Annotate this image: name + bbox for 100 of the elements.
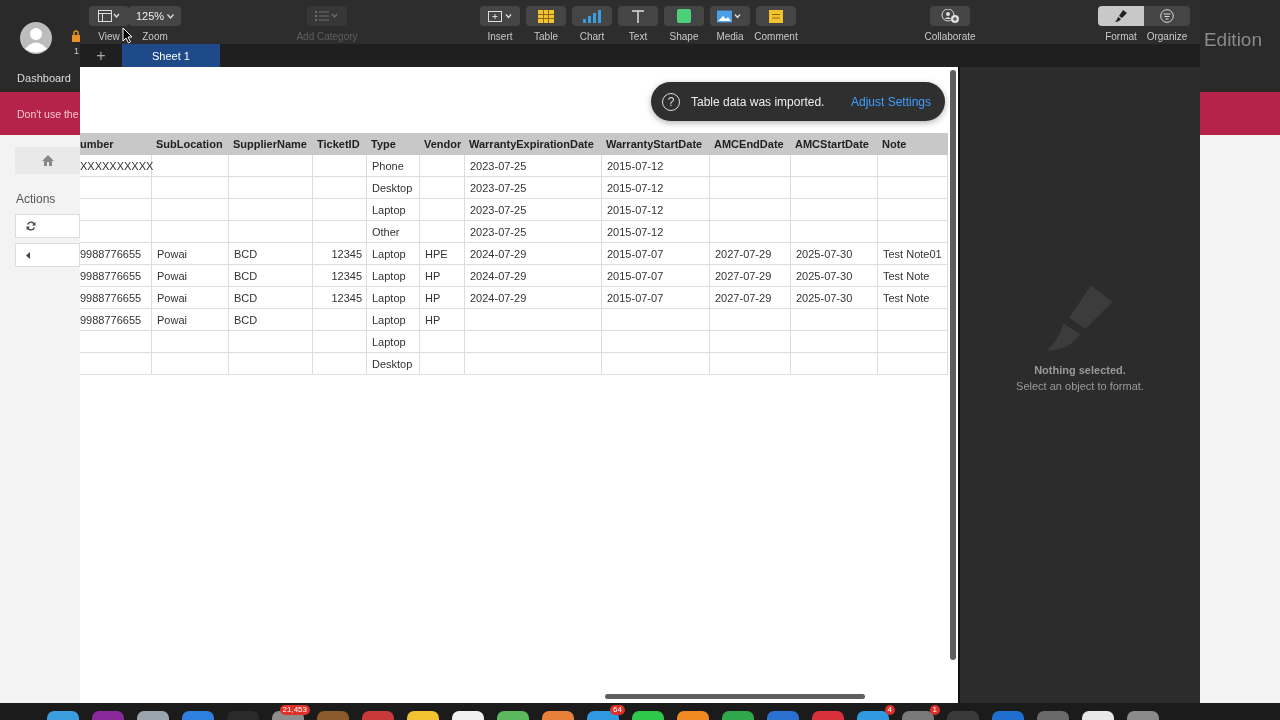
table-cell [313, 199, 367, 221]
table-cell: 2023-07-25 [465, 177, 602, 199]
chevron-icon [167, 13, 175, 19]
adjust-settings-link[interactable]: Adjust Settings [850, 94, 931, 109]
table-cell: 2024-07-29 [465, 287, 602, 309]
table-cell [878, 155, 948, 177]
table-cell: HP [420, 309, 465, 331]
list-icon [315, 10, 339, 22]
home-icon [41, 155, 54, 166]
table-button[interactable] [526, 6, 566, 26]
column-header: SupplierName [229, 133, 313, 155]
toolbar-label: Shape [669, 31, 699, 42]
toolbar-label: Organize [1146, 31, 1188, 42]
table-cell [80, 199, 152, 221]
column-header: SubLocation [152, 133, 229, 155]
column-header: umber [80, 133, 152, 155]
inspector-hint: Select an object to format. [1016, 380, 1144, 392]
sheet-tab[interactable]: Sheet 1 [122, 44, 220, 67]
table-cell: Laptop [367, 287, 420, 309]
table-cell [313, 221, 367, 243]
organize-button[interactable] [1144, 6, 1190, 26]
alert-message: Don't use the [17, 107, 79, 120]
image-icon [717, 9, 743, 23]
table-cell: 2015-07-07 [602, 265, 710, 287]
table-cell: 2025-07-30 [791, 243, 878, 265]
view-button[interactable] [89, 6, 129, 26]
zoom-dropdown[interactable]: 125% [128, 6, 182, 26]
table-cell [313, 353, 367, 375]
vertical-scrollbar[interactable] [950, 70, 956, 660]
table-cell: 2024-07-29 [465, 265, 602, 287]
add-sheet-button[interactable]: + [80, 44, 122, 67]
table-cell: Powai [152, 243, 229, 265]
table-cell: 2015-07-12 [602, 221, 710, 243]
table-cell [420, 199, 465, 221]
format-button[interactable] [1098, 6, 1144, 26]
chart-button[interactable] [572, 6, 612, 26]
avatar-icon[interactable] [20, 22, 52, 54]
column-header: TicketID [313, 133, 367, 155]
table-cell [420, 353, 465, 375]
home-button[interactable] [15, 147, 80, 174]
table-cell [420, 331, 465, 353]
filter-icon [1160, 9, 1174, 23]
table-cell: 9988776655 [80, 243, 152, 265]
table-cell: BCD [229, 287, 313, 309]
column-header: Type [367, 133, 420, 155]
column-header: AMCEndDate [710, 133, 791, 155]
actions-heading: Actions [16, 192, 57, 206]
table-cell [878, 199, 948, 221]
table-cell: Laptop [367, 309, 420, 331]
table-cell [878, 331, 948, 353]
insert-icon [487, 9, 513, 23]
table-cell: Laptop [367, 199, 420, 221]
table-cell: Other [367, 221, 420, 243]
toolbar-label: Format [1105, 31, 1137, 42]
text-button[interactable] [618, 6, 658, 26]
collaborate-button[interactable] [930, 6, 970, 26]
person-add-icon [940, 9, 960, 23]
table-cell: Powai [152, 287, 229, 309]
table-cell: BCD [229, 243, 313, 265]
shape-button[interactable] [664, 6, 704, 26]
table-cell [313, 155, 367, 177]
inspector-title: Nothing selected. [1034, 364, 1126, 376]
dashboard-link[interactable]: Dashboard [17, 72, 71, 84]
table-cell [80, 353, 152, 375]
column-header: Vendor [420, 133, 465, 155]
table-cell: 2023-07-25 [465, 221, 602, 243]
horizontal-scrollbar[interactable] [605, 694, 865, 699]
lock-icon [72, 30, 80, 42]
table-cell: 2015-07-12 [602, 199, 710, 221]
sidebar-layout-icon [98, 10, 120, 22]
table-cell: Laptop [367, 331, 420, 353]
table-cell: 2027-07-29 [710, 265, 791, 287]
table-cell: Powai [152, 309, 229, 331]
refresh-icon [26, 221, 36, 231]
toolbar-label: Zoom [142, 31, 168, 42]
table-cell: 2023-07-25 [465, 199, 602, 221]
table-cell [878, 177, 948, 199]
notification-badge: 4 [884, 705, 895, 715]
table-cell: Desktop [367, 353, 420, 375]
refresh-button[interactable] [15, 214, 80, 238]
table-cell: Desktop [367, 177, 420, 199]
table-cell: 12345 [313, 287, 367, 309]
media-button[interactable] [710, 6, 750, 26]
table-cell [313, 177, 367, 199]
notification-badge: 64 [610, 705, 625, 715]
table-cell: 9988776655 [80, 265, 152, 287]
toolbar-label: Text [628, 31, 648, 42]
table-cell: HP [420, 287, 465, 309]
notification-badge: 21,453 [279, 705, 310, 715]
table-cell: 2015-07-07 [602, 243, 710, 265]
toolbar-label: Insert [487, 31, 513, 42]
toolbar-label: Chart [579, 31, 605, 42]
column-header: AMCStartDate [791, 133, 878, 155]
text-icon [632, 9, 644, 23]
table-cell: 9988776655 [80, 287, 152, 309]
table-cell [80, 331, 152, 353]
comment-button[interactable] [756, 6, 796, 26]
bar-chart-icon [583, 9, 601, 23]
table-cell: BCD [229, 309, 313, 331]
insert-button[interactable] [480, 6, 520, 26]
